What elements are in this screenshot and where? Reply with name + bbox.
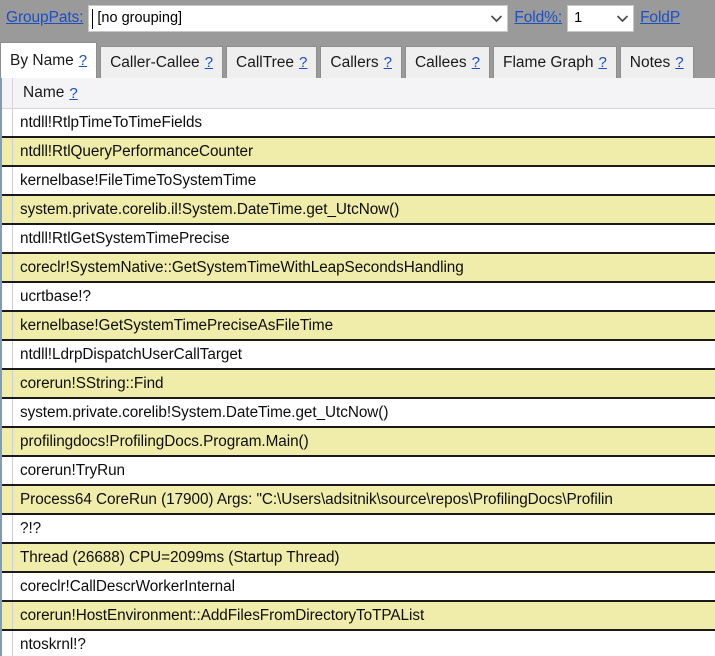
help-link-icon[interactable]: ?: [299, 54, 307, 71]
help-link-icon[interactable]: ?: [384, 54, 392, 71]
row-selector[interactable]: [2, 283, 13, 310]
cell-name: coreclr!SystemNative::GetSystemTimeWithL…: [20, 258, 464, 276]
row-selector[interactable]: [2, 196, 13, 223]
toolbar: GroupPats: [no grouping] Fold%: 1 FoldP: [0, 0, 715, 36]
row-selector-header: [2, 78, 13, 108]
grid-rows: ntdll!RtlpTimeToTimeFields ntdll!RtlQuery…: [2, 109, 715, 656]
tab-label: By Name: [10, 51, 74, 69]
table-row[interactable]: system.private.corelib.il!System.DateTim…: [2, 196, 715, 225]
tab-calltree[interactable]: CallTree?: [226, 46, 318, 78]
grouppats-combobox[interactable]: [no grouping]: [88, 4, 509, 32]
tab-flame-graph[interactable]: Flame Graph?: [493, 46, 617, 78]
row-selector[interactable]: [2, 254, 13, 281]
cell-name: system.private.corelib.il!System.DateTim…: [20, 200, 400, 218]
table-row[interactable]: corerun!TryRun: [2, 457, 715, 486]
row-selector[interactable]: [2, 167, 13, 194]
cell-name: corerun!HostEnvironment::AddFilesFromDir…: [20, 606, 425, 624]
text-caret: [92, 8, 94, 29]
tab-callers[interactable]: Callers?: [320, 46, 402, 78]
table-row[interactable]: ntdll!RtlQueryPerformanceCounter: [2, 138, 715, 167]
column-header-label: Name: [23, 84, 65, 101]
table-row[interactable]: ntoskrnl!?: [2, 631, 715, 656]
chevron-down-icon[interactable]: [611, 6, 633, 31]
cell-name: ?!?: [20, 519, 42, 537]
perfview-window: GroupPats: [no grouping] Fold%: 1 FoldP …: [0, 0, 715, 656]
cell-name: kernelbase!FileTimeToSystemTime: [20, 171, 257, 189]
tab-label: Caller-Callee: [110, 53, 200, 71]
cell-name: corerun!SString::Find: [20, 374, 164, 392]
cell-name: profilingdocs!ProfilingDocs.Program.Main…: [20, 432, 309, 450]
table-row[interactable]: coreclr!SystemNative::GetSystemTimeWithL…: [2, 254, 715, 283]
tab-by-name[interactable]: By Name?: [0, 42, 98, 78]
cell-name: Thread (26688) CPU=2099ms (Startup Threa…: [20, 548, 340, 566]
cell-name: corerun!TryRun: [20, 461, 125, 479]
tab-caller-callee[interactable]: Caller-Callee?: [100, 46, 224, 78]
row-selector[interactable]: [2, 341, 13, 368]
table-row[interactable]: ntdll!RtlGetSystemTimePrecise: [2, 225, 715, 254]
table-row[interactable]: ?!?: [2, 515, 715, 544]
table-row[interactable]: corerun!SString::Find: [2, 370, 715, 399]
cell-name: Process64 CoreRun (17900) Args: "C:\User…: [20, 490, 613, 508]
help-link-icon[interactable]: ?: [79, 52, 87, 69]
cell-name: system.private.corelib!System.DateTime.g…: [20, 403, 389, 421]
cell-name: ntdll!RtlQueryPerformanceCounter: [20, 142, 254, 160]
foldpat-label[interactable]: FoldP: [634, 9, 685, 27]
row-selector[interactable]: [2, 399, 13, 426]
tab-label: CallTree: [236, 53, 295, 71]
cell-name: ucrtbase!?: [20, 287, 91, 305]
tab-notes[interactable]: Notes?: [619, 46, 694, 78]
foldpct-combobox[interactable]: 1: [567, 4, 635, 32]
table-row[interactable]: corerun!HostEnvironment::AddFilesFromDir…: [2, 602, 715, 631]
column-header-name[interactable]: Name ?: [13, 84, 715, 102]
help-link-icon[interactable]: ?: [675, 54, 683, 71]
grouppats-label[interactable]: GroupPats:: [0, 9, 88, 27]
table-row[interactable]: profilingdocs!ProfilingDocs.Program.Main…: [2, 428, 715, 457]
table-row[interactable]: ntdll!LdrpDispatchUserCallTarget: [2, 341, 715, 370]
foldpct-input[interactable]: 1: [568, 10, 611, 26]
row-selector[interactable]: [2, 312, 13, 339]
row-selector[interactable]: [2, 544, 13, 571]
table-row[interactable]: coreclr!CallDescrWorkerInternal: [2, 573, 715, 602]
cell-name: ntdll!RtlpTimeToTimeFields: [20, 113, 203, 131]
cell-name: ntdll!LdrpDispatchUserCallTarget: [20, 345, 243, 363]
cell-name: coreclr!CallDescrWorkerInternal: [20, 577, 235, 595]
tab-strip: By Name? Caller-Callee? CallTree? Callers? C…: [0, 36, 715, 78]
row-selector[interactable]: [2, 573, 13, 600]
row-selector[interactable]: [2, 457, 13, 484]
table-row[interactable]: ucrtbase!?: [2, 283, 715, 312]
table-row[interactable]: kernelbase!FileTimeToSystemTime: [2, 167, 715, 196]
row-selector[interactable]: [2, 370, 13, 397]
row-selector[interactable]: [2, 109, 13, 136]
tab-label: Callees: [414, 53, 467, 71]
table-row[interactable]: Process64 CoreRun (17900) Args: "C:\User…: [2, 486, 715, 515]
table-row[interactable]: ntdll!RtlpTimeToTimeFields: [2, 109, 715, 138]
cell-name: kernelbase!GetSystemTimePreciseAsFileTim…: [20, 316, 334, 334]
row-selector[interactable]: [2, 515, 13, 542]
tab-label: Callers: [330, 53, 379, 71]
help-link-icon[interactable]: ?: [205, 54, 213, 71]
row-selector[interactable]: [2, 602, 13, 629]
chevron-down-icon[interactable]: [485, 6, 507, 31]
cell-name: ntdll!RtlGetSystemTimePrecise: [20, 229, 230, 247]
help-link-icon[interactable]: ?: [472, 54, 480, 71]
row-selector[interactable]: [2, 225, 13, 252]
row-selector[interactable]: [2, 138, 13, 165]
foldpct-label[interactable]: Fold%:: [508, 9, 567, 27]
tab-callees[interactable]: Callees?: [404, 46, 490, 78]
grid-header-row: Name ?: [2, 78, 715, 109]
help-link-icon[interactable]: ?: [69, 85, 77, 102]
tab-label: Flame Graph: [503, 53, 594, 71]
table-row[interactable]: system.private.corelib!System.DateTime.g…: [2, 399, 715, 428]
row-selector[interactable]: [2, 631, 13, 656]
by-name-grid: Name ? ntdll!RtlpTimeToTimeFields ntdll!R…: [0, 78, 715, 656]
table-row[interactable]: Thread (26688) CPU=2099ms (Startup Threa…: [2, 544, 715, 573]
cell-name: ntoskrnl!?: [20, 635, 86, 653]
table-row[interactable]: kernelbase!GetSystemTimePreciseAsFileTim…: [2, 312, 715, 341]
row-selector[interactable]: [2, 428, 13, 455]
grouppats-input[interactable]: [no grouping]: [89, 10, 485, 26]
help-link-icon[interactable]: ?: [598, 54, 606, 71]
tab-label: Notes: [629, 53, 671, 71]
row-selector[interactable]: [2, 486, 13, 513]
